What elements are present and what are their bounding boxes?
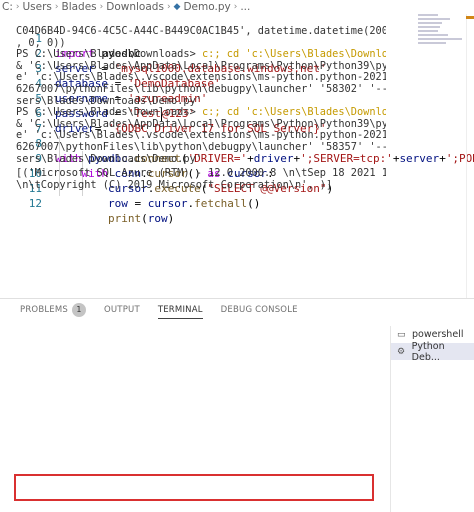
tab-label: DEBUG CONSOLE [220, 305, 298, 315]
terminal-item-label: Python Deb... [411, 340, 445, 363]
tab-output[interactable]: OUTPUT [104, 299, 140, 321]
terminal-line: PS C:\Users\Blades\Downloads> c:; cd 'c:… [16, 106, 386, 119]
tab-debug-console[interactable]: DEBUG CONSOLE [221, 299, 298, 321]
tab-label: OUTPUT [104, 305, 140, 315]
chevron-right-icon: › [54, 2, 59, 12]
terminal-list: ▭ powershell ⚙ Python Deb... [390, 326, 474, 512]
chevron-right-icon: › [99, 2, 104, 12]
terminal-item-label: powershell [412, 329, 464, 340]
tab-problems[interactable]: PROBLEMS 1 [20, 299, 86, 321]
query-result-line: [('Microsoft SQL Azure (RTM) - 12.0.2000… [16, 167, 386, 180]
python-file-icon: ◆ [173, 2, 181, 12]
breadcrumb: C: › Users › Blades › Downloads › ◆ Demo… [0, 0, 474, 14]
terminal-icon: ▭ [397, 329, 406, 340]
chevron-right-icon: › [166, 2, 171, 12]
minimap[interactable] [418, 14, 464, 54]
terminal-line: 6267007\pythonFiles\lib\python\debugpy\l… [16, 82, 386, 95]
terminal-line: 6267007\pythonFiles\lib\python\debugpy\l… [16, 140, 386, 153]
chevron-right-icon: › [233, 2, 238, 12]
tab-label: PROBLEMS [20, 305, 68, 315]
terminal-line: sers\Blades\Downloads\Demo.py' [16, 152, 202, 165]
debug-icon: ⚙ [397, 346, 406, 357]
breadcrumb-file[interactable]: Demo.py [183, 1, 230, 13]
tab-terminal[interactable]: TERMINAL [157, 299, 203, 321]
result-highlight-box [14, 474, 374, 501]
tab-label: TERMINAL [157, 305, 203, 315]
panel-tabs: PROBLEMS 1 OUTPUT TERMINAL DEBUG CONSOLE [0, 299, 298, 321]
chevron-right-icon: › [15, 2, 20, 12]
breadcrumb-blades[interactable]: Blades [62, 1, 97, 13]
ellipsis-text: ... [240, 1, 251, 13]
terminal-item-python-debug[interactable]: ⚙ Python Deb... [391, 340, 474, 363]
breadcrumb-users[interactable]: Users [22, 1, 51, 13]
query-result-line: \n\tCopyright (C) 2019 Microsoft Corpora… [16, 178, 333, 191]
problems-count-badge: 1 [72, 303, 86, 317]
scroll-marker [466, 16, 474, 19]
terminal-line: C04D6B4D-94C6-4C5C-A44C-B449C0AC1B45', d… [16, 26, 386, 37]
breadcrumb-drive[interactable]: C: [2, 1, 13, 13]
breadcrumb-downloads[interactable]: Downloads [106, 1, 164, 13]
editor-scrollbar[interactable] [466, 14, 474, 298]
terminal-output[interactable]: C04D6B4D-94C6-4C5C-A44C-B449C0AC1B45', d… [16, 26, 386, 212]
